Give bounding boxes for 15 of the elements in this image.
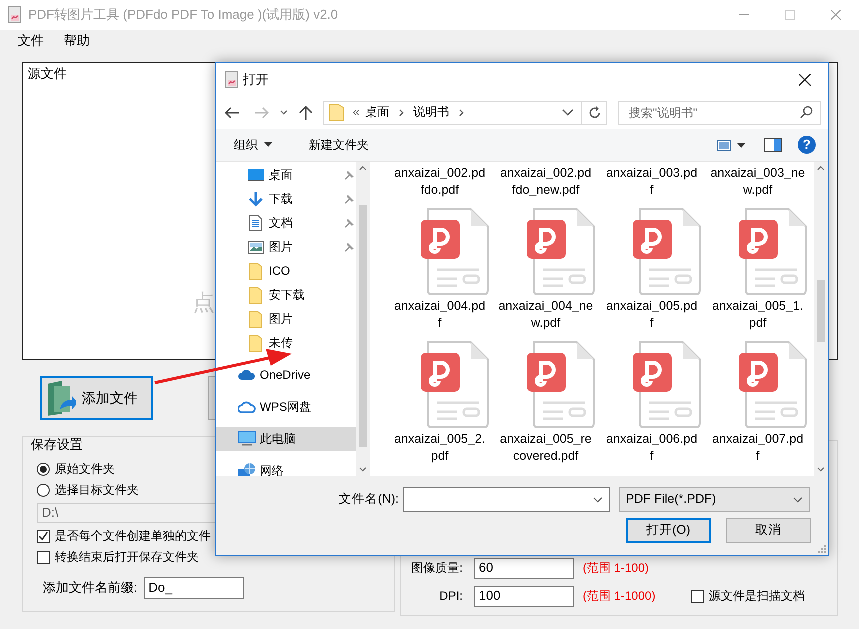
dialog-title: 打开 <box>243 72 269 88</box>
range-hint: (范围 1-100) <box>583 560 650 576</box>
path-overflow: « <box>353 105 360 120</box>
field-label: 添加文件名前缀: <box>43 580 138 596</box>
field-label: 图像质量: <box>411 560 463 576</box>
checkbox-label: 转换结束后打开保存文件夹 <box>55 550 199 564</box>
panel-label: 源文件 <box>27 65 68 83</box>
checkbox-label: 源文件是扫描文档 <box>709 588 805 604</box>
field-label: DPI: <box>438 588 463 604</box>
checkbox-label: 是否每个文件创建单独的文件 <box>55 528 211 544</box>
radio-label: 选择目标文件夹 <box>55 482 139 498</box>
range-hint: (范围 1-1000) <box>583 588 657 604</box>
radio-label: 原始文件夹 <box>55 462 115 476</box>
window-title: PDF转图片工具 (PDFdo PDF To Image )(试用版) v2.0 <box>28 7 338 23</box>
group-title: 保存设置 <box>29 437 85 453</box>
